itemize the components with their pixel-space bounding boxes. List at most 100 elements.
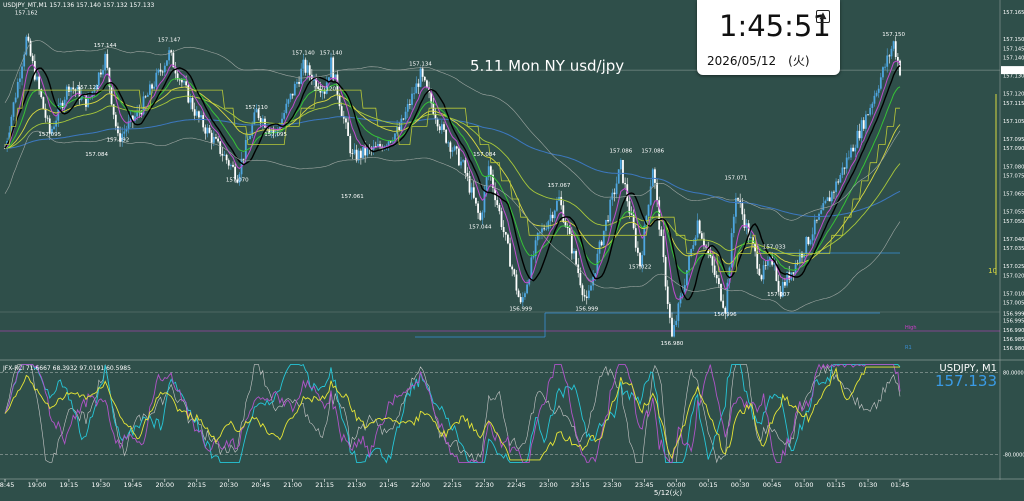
candle-body bbox=[879, 77, 882, 89]
x-tick-label: 23:30 bbox=[603, 481, 622, 489]
clock-widget[interactable]: 1:45:51 2026/05/12 (火) ▲ bbox=[697, 0, 840, 75]
candle-body bbox=[31, 55, 34, 62]
candle-body bbox=[404, 111, 407, 120]
candle-body bbox=[826, 197, 829, 201]
price-annotation: 156.999 bbox=[575, 306, 598, 312]
candle-body bbox=[609, 199, 612, 222]
candle-body bbox=[357, 150, 360, 161]
candle-body bbox=[464, 160, 467, 174]
candle-body bbox=[619, 160, 622, 170]
chart-window: USDJPY_MT,M1 157.136 157.140 157.132 157… bbox=[0, 0, 1024, 501]
candle-body bbox=[183, 81, 185, 83]
price-annotation: 156.996 bbox=[714, 312, 737, 318]
y-tick-label: 157.025 bbox=[1003, 264, 1024, 270]
candle-body bbox=[673, 325, 676, 337]
candle-body bbox=[671, 317, 673, 337]
y-tick-label: 157.065 bbox=[1003, 192, 1024, 198]
candle-body bbox=[854, 147, 857, 152]
candle-body bbox=[97, 72, 100, 86]
x-tick-label: 21:45 bbox=[379, 481, 398, 489]
candle-body bbox=[666, 286, 669, 304]
candle-body bbox=[72, 87, 75, 90]
candle-body bbox=[515, 274, 518, 291]
candle-body bbox=[547, 221, 550, 229]
candle-body bbox=[862, 120, 865, 129]
candle-body bbox=[413, 93, 416, 95]
candle-body bbox=[53, 126, 55, 129]
candle-body bbox=[206, 127, 209, 134]
candle-body bbox=[123, 131, 126, 134]
candle-body bbox=[820, 210, 823, 214]
candle-body bbox=[583, 295, 586, 297]
candle-body bbox=[451, 150, 454, 152]
candle-body bbox=[168, 50, 170, 61]
candle-body bbox=[232, 164, 234, 167]
candle-body bbox=[14, 97, 17, 103]
candle-body bbox=[102, 70, 104, 75]
indicator-tick: -80.0000 bbox=[1003, 453, 1024, 459]
x-tick-label: 00:15 bbox=[699, 481, 718, 489]
x-tick-label: 23:45 bbox=[635, 481, 654, 489]
price-annotation: 157.144 bbox=[94, 43, 117, 49]
candle-body bbox=[68, 86, 70, 92]
y-tick-label: 157.145 bbox=[1003, 46, 1024, 52]
candle-body bbox=[44, 108, 47, 118]
indicator-header: JFX-RCI 71.6667 68.3932 97.0191 60.5985 bbox=[2, 365, 131, 372]
candle-body bbox=[42, 97, 45, 109]
candle-body bbox=[163, 65, 166, 73]
candle-body bbox=[391, 141, 394, 143]
candle-body bbox=[193, 109, 196, 116]
candle-body bbox=[860, 120, 863, 139]
candle-body bbox=[568, 227, 571, 235]
price-chart[interactable]: USDJPY_MT,M1 157.136 157.140 157.132 157… bbox=[0, 0, 1024, 501]
candle-body bbox=[208, 127, 211, 133]
candle-body bbox=[630, 213, 633, 215]
x-tick-label: 22:45 bbox=[507, 481, 526, 489]
price-annotation: 156.980 bbox=[661, 341, 684, 347]
x-tick-label: 01:30 bbox=[859, 481, 878, 489]
candle-body bbox=[285, 103, 288, 114]
current-price-box bbox=[1001, 66, 1024, 75]
candle-body bbox=[513, 269, 516, 275]
candle-body bbox=[475, 197, 477, 204]
candle-body bbox=[545, 228, 548, 230]
candle-body bbox=[813, 219, 816, 235]
candle-body bbox=[570, 234, 573, 254]
candle-body bbox=[419, 68, 422, 87]
candle-body bbox=[289, 93, 292, 100]
candle-body bbox=[822, 203, 825, 211]
candle-body bbox=[532, 256, 535, 258]
candle-body bbox=[502, 227, 505, 233]
candle-body bbox=[70, 87, 72, 92]
candle-body bbox=[877, 88, 880, 93]
candle-body bbox=[65, 86, 68, 100]
candle-body bbox=[460, 161, 462, 166]
candle-body bbox=[144, 96, 147, 98]
level-label-r1: R1 bbox=[905, 345, 912, 351]
price-annotation: 157.070 bbox=[226, 178, 249, 184]
x-tick-label: 00:00 bbox=[667, 481, 686, 489]
candle-body bbox=[835, 181, 837, 193]
candle-body bbox=[694, 237, 697, 246]
candle-body bbox=[551, 214, 554, 219]
candle-body bbox=[283, 113, 286, 119]
candle-body bbox=[87, 97, 90, 107]
candle-body bbox=[756, 251, 759, 269]
x-tick-label: 23:00 bbox=[539, 481, 558, 489]
person-pin-icon[interactable]: ▲ bbox=[816, 10, 830, 23]
price-annotation: 157.162 bbox=[15, 10, 38, 16]
candle-body bbox=[647, 204, 650, 216]
y-tick-label: 157.010 bbox=[1003, 291, 1024, 297]
candle-body bbox=[483, 190, 486, 213]
price-annotation: 157.121 bbox=[77, 85, 100, 91]
indicator-tick: 80.0000 bbox=[1003, 370, 1024, 376]
candle-body bbox=[556, 200, 558, 211]
candle-body bbox=[722, 300, 725, 308]
x-tick-label: 19:00 bbox=[28, 481, 47, 489]
candle-body bbox=[892, 41, 895, 49]
candle-body bbox=[587, 290, 590, 299]
candle-body bbox=[498, 205, 501, 212]
y-tick-label: 157.055 bbox=[1003, 210, 1024, 216]
candle-body bbox=[784, 281, 786, 286]
candle-body bbox=[402, 118, 405, 120]
